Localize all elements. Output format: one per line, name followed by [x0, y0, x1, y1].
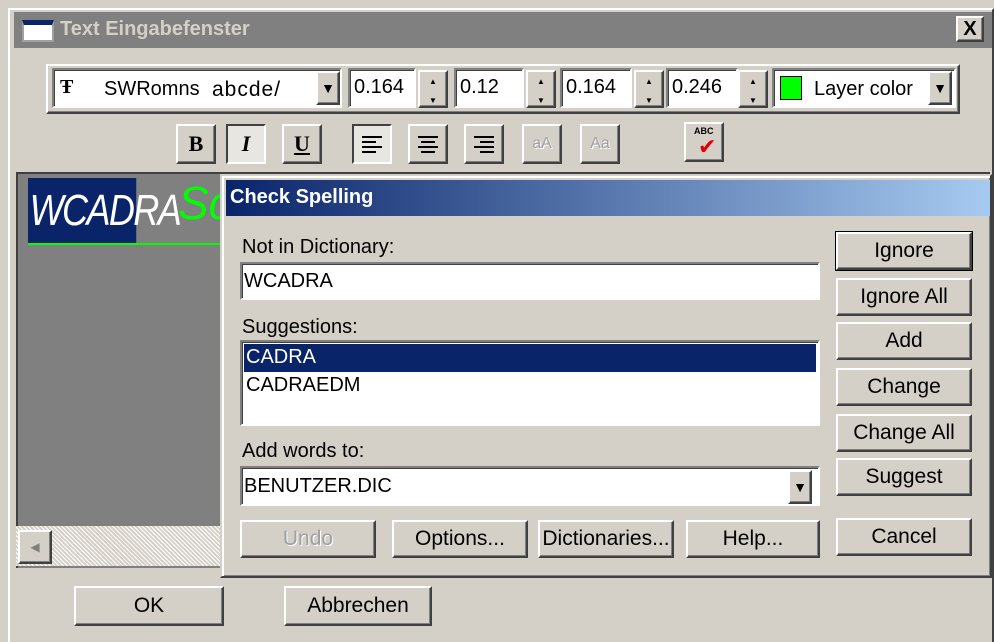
spin-input-1[interactable]: 0.164 — [348, 68, 416, 108]
italic-label: I — [241, 131, 251, 156]
change-case-label: Aa — [590, 135, 610, 152]
change-case-button[interactable]: Aa — [580, 124, 620, 164]
spin-down-icon[interactable]: ▼ — [740, 91, 766, 110]
ignore-button[interactable]: Ignore — [835, 231, 973, 271]
dictionaries-button[interactable]: Dictionaries... — [538, 520, 674, 558]
spin-input-2[interactable]: 0.12 — [454, 68, 524, 108]
add-words-select[interactable]: BENUTZER.DIC ▼ — [240, 466, 820, 506]
align-center-icon — [418, 136, 438, 153]
font-select[interactable]: Ŧ SWRomns abcde/ ▼ — [52, 68, 342, 108]
spin-buttons-3[interactable]: ▲ ▼ — [634, 70, 664, 108]
ok-label: OK — [133, 594, 165, 617]
window-icon — [22, 20, 54, 42]
window-title: Text Eingabefenster — [60, 18, 250, 40]
ok-button[interactable]: OK — [74, 586, 224, 626]
spin-buttons-1[interactable]: ▲ ▼ — [418, 70, 448, 108]
undo-label: Undo — [282, 527, 334, 550]
layer-color-select[interactable]: Layer color ▼ — [772, 68, 956, 108]
close-icon: X — [963, 17, 977, 40]
options-label: Options... — [415, 527, 505, 550]
selected-text[interactable]: WCADRA — [28, 178, 182, 244]
close-button[interactable]: X — [956, 16, 984, 42]
chevron-left-icon: ◀ — [30, 540, 40, 554]
spin-up-icon[interactable]: ▲ — [740, 72, 766, 91]
change-label: Change — [867, 375, 941, 398]
abbrechen-button[interactable]: Abbrechen — [284, 586, 432, 626]
ignore-label: Ignore — [874, 239, 934, 262]
spin-value-1: 0.164 — [354, 76, 405, 98]
small-caps-label: aA — [532, 135, 552, 152]
help-button[interactable]: Help... — [686, 520, 820, 558]
spin-down-icon[interactable]: ▼ — [528, 91, 554, 110]
suggest-label: Suggest — [865, 465, 943, 488]
chevron-down-icon: ▼ — [321, 80, 335, 96]
change-all-label: Change All — [853, 421, 955, 444]
spin-down-icon[interactable]: ▼ — [420, 91, 446, 110]
suggestion-text: CADRAEDM — [246, 374, 361, 396]
list-item[interactable]: CADRAEDM — [244, 372, 816, 400]
align-right-icon — [474, 136, 494, 153]
add-words-label: Add words to: — [242, 440, 365, 462]
options-button[interactable]: Options... — [392, 520, 528, 558]
not-in-dictionary-value: WCADRA — [244, 270, 333, 292]
change-button[interactable]: Change — [836, 368, 972, 406]
font-preview: abcde/ — [212, 78, 282, 101]
add-words-dropdown-button[interactable]: ▼ — [788, 470, 812, 504]
not-in-dictionary-field[interactable]: WCADRA — [240, 262, 820, 300]
ignore-all-label: Ignore All — [860, 285, 948, 308]
dictionaries-label: Dictionaries... — [542, 527, 670, 550]
spin-up-icon[interactable]: ▲ — [420, 72, 446, 91]
help-label: Help... — [722, 527, 784, 550]
spin-input-3[interactable]: 0.164 — [560, 68, 632, 108]
spell-check-icon: ABC ✔ — [694, 126, 717, 159]
chevron-down-icon: ▼ — [933, 80, 947, 96]
spin-up-icon[interactable]: ▲ — [636, 72, 662, 91]
align-right-button[interactable] — [464, 124, 504, 164]
spell-check-button[interactable]: ABC ✔ — [684, 122, 724, 162]
list-item-selected[interactable]: CADRA — [244, 344, 816, 372]
suggest-button[interactable]: Suggest — [836, 458, 972, 496]
undo-button[interactable]: Undo — [240, 520, 376, 558]
align-center-button[interactable] — [408, 124, 448, 164]
ignore-all-button[interactable]: Ignore All — [836, 278, 972, 316]
layer-color-label: Layer color — [814, 78, 913, 100]
add-label: Add — [885, 329, 923, 352]
underline-button[interactable]: U — [282, 124, 322, 164]
font-name: SWRomns — [104, 78, 200, 100]
dialog-title: Check Spelling — [230, 186, 374, 208]
abbrechen-label: Abbrechen — [307, 594, 409, 617]
align-left-button[interactable] — [352, 124, 392, 164]
bold-label: B — [188, 131, 204, 156]
spin-input-4[interactable]: 0.246 — [666, 68, 738, 108]
suggestion-text: CADRA — [246, 346, 317, 368]
spin-down-icon[interactable]: ▼ — [636, 91, 662, 110]
suggestions-label: Suggestions: — [242, 316, 358, 338]
layer-color-dropdown-button[interactable]: ▼ — [928, 71, 952, 105]
suggestions-list[interactable]: CADRA CADRAEDM — [240, 340, 820, 426]
spin-value-2: 0.12 — [460, 76, 499, 98]
not-in-dictionary-label: Not in Dictionary: — [242, 236, 395, 258]
font-dropdown-button[interactable]: ▼ — [316, 71, 340, 105]
add-button[interactable]: Add — [836, 322, 972, 360]
italic-button[interactable]: I — [226, 124, 266, 164]
add-words-value: BENUTZER.DIC — [244, 475, 392, 497]
align-left-icon — [362, 136, 382, 153]
spin-buttons-4[interactable]: ▲ ▼ — [738, 70, 768, 108]
scroll-left-button[interactable]: ◀ — [18, 530, 52, 564]
color-swatch — [780, 76, 802, 100]
spin-up-icon[interactable]: ▲ — [528, 72, 554, 91]
spin-value-4: 0.246 — [672, 76, 723, 98]
spin-value-3: 0.164 — [566, 76, 617, 98]
truetype-icon: Ŧ — [60, 76, 74, 98]
spin-buttons-2[interactable]: ▲ ▼ — [526, 70, 556, 108]
text-baseline — [28, 243, 224, 245]
chevron-down-icon: ▼ — [793, 479, 807, 495]
small-caps-button[interactable]: aA — [522, 124, 562, 164]
bold-button[interactable]: B — [176, 124, 216, 164]
underline-label: U — [294, 131, 310, 156]
cancel-button[interactable]: Cancel — [836, 518, 972, 556]
cancel-label: Cancel — [871, 525, 937, 548]
change-all-button[interactable]: Change All — [836, 414, 972, 452]
